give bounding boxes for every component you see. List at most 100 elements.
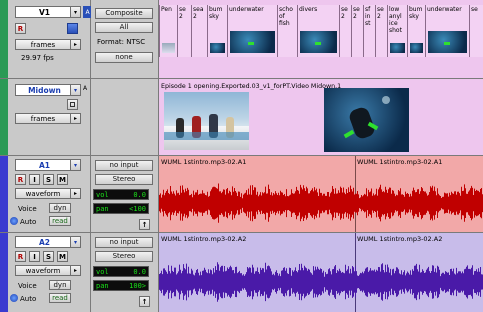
track-color-bar <box>0 233 8 312</box>
output-selector[interactable]: Stereo <box>95 251 153 262</box>
video-clip[interactable]: se <box>469 5 483 57</box>
diver-mark <box>248 42 254 45</box>
clip-strip: Pen se 2 sea 2 bum sky underwater scho of fis… <box>159 5 483 57</box>
mute-button[interactable]: M <box>57 174 68 185</box>
video-clip[interactable]: divers <box>297 5 339 57</box>
volume-display[interactable]: vol 0.0 <box>93 266 149 277</box>
track-name-field[interactable]: A1 ▾ <box>15 159 81 171</box>
video-online-button[interactable] <box>67 99 78 110</box>
video-clip[interactable]: underwater <box>227 5 277 57</box>
video-online-button[interactable] <box>67 23 78 34</box>
video-track-timeline[interactable]: Pen se 2 sea 2 bum sky underwater scho of fis… <box>159 0 483 78</box>
view-selector[interactable]: frames ▸ <box>15 113 81 124</box>
clip-label: sea 2 <box>193 6 204 20</box>
video-clip[interactable]: sf in st <box>363 5 375 57</box>
pan-display[interactable]: pan <100 <box>93 203 149 214</box>
mute-button[interactable]: M <box>57 251 68 262</box>
chevron-right-icon: ▸ <box>70 39 81 50</box>
clip-thumbnail <box>210 43 225 53</box>
input-monitor-button[interactable]: I <box>29 174 40 185</box>
arrow-up-icon[interactable]: ↑ <box>139 219 150 230</box>
chevron-right-icon: ▸ <box>70 113 81 124</box>
track-name-field[interactable]: Midown ▾ <box>15 84 81 96</box>
voice-label: Voice <box>18 282 37 290</box>
track-v1: V1 ▾ A R frames ▸ 29.97 fps Composite Al… <box>0 0 483 78</box>
track-name: V1 <box>38 7 51 17</box>
chevron-down-icon[interactable]: ▾ <box>70 6 81 18</box>
automation-mode-selector[interactable]: read <box>49 293 71 303</box>
audio-waveform <box>159 262 483 302</box>
automation-icon <box>10 294 18 302</box>
track-name: A1 <box>38 160 51 170</box>
video-clip[interactable]: se 2 <box>339 5 351 57</box>
view-selector[interactable]: waveform ▸ <box>15 188 81 199</box>
composite-button[interactable]: Composite <box>95 8 153 19</box>
clip-thumbnail <box>410 43 423 53</box>
record-arm-button[interactable]: R <box>15 23 26 34</box>
diver-mark <box>443 42 450 45</box>
clip-thumbnail <box>390 43 405 53</box>
chevron-down-icon[interactable]: ▾ <box>70 236 81 248</box>
input-monitor-button[interactable]: I <box>29 251 40 262</box>
video-clip[interactable]: sea 2 <box>191 5 207 57</box>
clip-label: underwater <box>427 6 462 13</box>
video-clip[interactable]: scho of fish <box>277 5 297 57</box>
track-header: Midown ▾ A frames ▸ <box>8 79 90 155</box>
pan-display[interactable]: pan 100> <box>93 280 149 291</box>
clip-label: sf in st <box>365 6 371 27</box>
track-settings: no input Stereo vol 0.0 pan <100 ↑ <box>91 156 158 232</box>
record-enable-button[interactable]: R <box>15 174 26 185</box>
output-selector[interactable]: Stereo <box>95 174 153 185</box>
automation-mode-selector[interactable]: read <box>49 216 71 226</box>
track-a2: A2 ▾ R I S M waveform ▸ Voice dyn Auto r… <box>0 233 483 312</box>
video-track-timeline[interactable]: Episode 1 opening.Exported.03_v1_forPT.V… <box>159 79 483 155</box>
clip-thumbnail[interactable] <box>164 92 249 150</box>
solo-button[interactable]: S <box>43 251 54 262</box>
voice-selector[interactable]: dyn <box>49 203 71 213</box>
track-name-field[interactable]: V1 ▾ <box>15 6 81 18</box>
clip-label: se 2 <box>377 6 384 20</box>
automation-icon <box>10 217 18 225</box>
all-button[interactable]: All <box>95 22 153 33</box>
audio-waveform <box>159 183 483 223</box>
view-selector[interactable]: frames ▸ <box>15 39 81 50</box>
chevron-down-icon[interactable]: ▾ <box>70 159 81 171</box>
track-color-bar <box>0 79 8 155</box>
track-a1: A1 ▾ R I S M waveform ▸ Voice dyn Auto r… <box>0 156 483 232</box>
input-selector[interactable]: no input <box>95 160 153 171</box>
audio-track-timeline[interactable]: WUML 1stintro.mp3-02.A1 WUML 1stintro.mp… <box>159 156 483 232</box>
clip-label: se 2 <box>353 6 360 20</box>
video-clip[interactable]: se 2 <box>177 5 191 57</box>
arrow-up-icon[interactable]: ↑ <box>139 296 150 307</box>
clip-thumbnail <box>230 31 275 53</box>
audio-track-timeline[interactable]: WUML 1stintro.mp3-02.A2 WUML 1stintro.mp… <box>159 233 483 312</box>
voice-label: Voice <box>18 205 37 213</box>
track-settings <box>91 79 158 155</box>
video-clip[interactable]: se 2 <box>375 5 387 57</box>
solo-button[interactable]: S <box>43 174 54 185</box>
diver-mark <box>314 42 321 45</box>
record-enable-button[interactable]: R <box>15 251 26 262</box>
chevron-down-icon[interactable]: ▾ <box>70 84 81 96</box>
clip-thumbnail <box>428 31 467 53</box>
chevron-right-icon: ▸ <box>70 188 81 199</box>
volume-display[interactable]: vol 0.0 <box>93 189 149 200</box>
video-clip[interactable]: bum sky <box>207 5 227 57</box>
video-clip[interactable]: low anyl ice shot <box>387 5 407 57</box>
clip-thumbnail[interactable] <box>324 88 409 152</box>
voice-selector[interactable]: dyn <box>49 280 71 290</box>
video-clip[interactable]: se 2 <box>351 5 363 57</box>
view-selector[interactable]: waveform ▸ <box>15 265 81 276</box>
none-button[interactable]: none <box>95 52 153 63</box>
video-clip[interactable]: underwater <box>425 5 469 57</box>
track-name: Midown <box>28 85 61 95</box>
clip-thumbnail <box>162 43 175 53</box>
track-settings: Composite All Format: NTSC none <box>91 0 158 78</box>
video-clip[interactable]: bum sky <box>407 5 425 57</box>
clip-label: divers <box>299 6 318 13</box>
track-midown: Midown ▾ A frames ▸ Episode 1 opening.Ex… <box>0 79 483 155</box>
video-clip[interactable]: Pen <box>159 5 177 57</box>
input-selector[interactable]: no input <box>95 237 153 248</box>
track-name-field[interactable]: A2 ▾ <box>15 236 81 248</box>
track-settings: no input Stereo vol 0.0 pan 100> ↑ <box>91 233 158 312</box>
